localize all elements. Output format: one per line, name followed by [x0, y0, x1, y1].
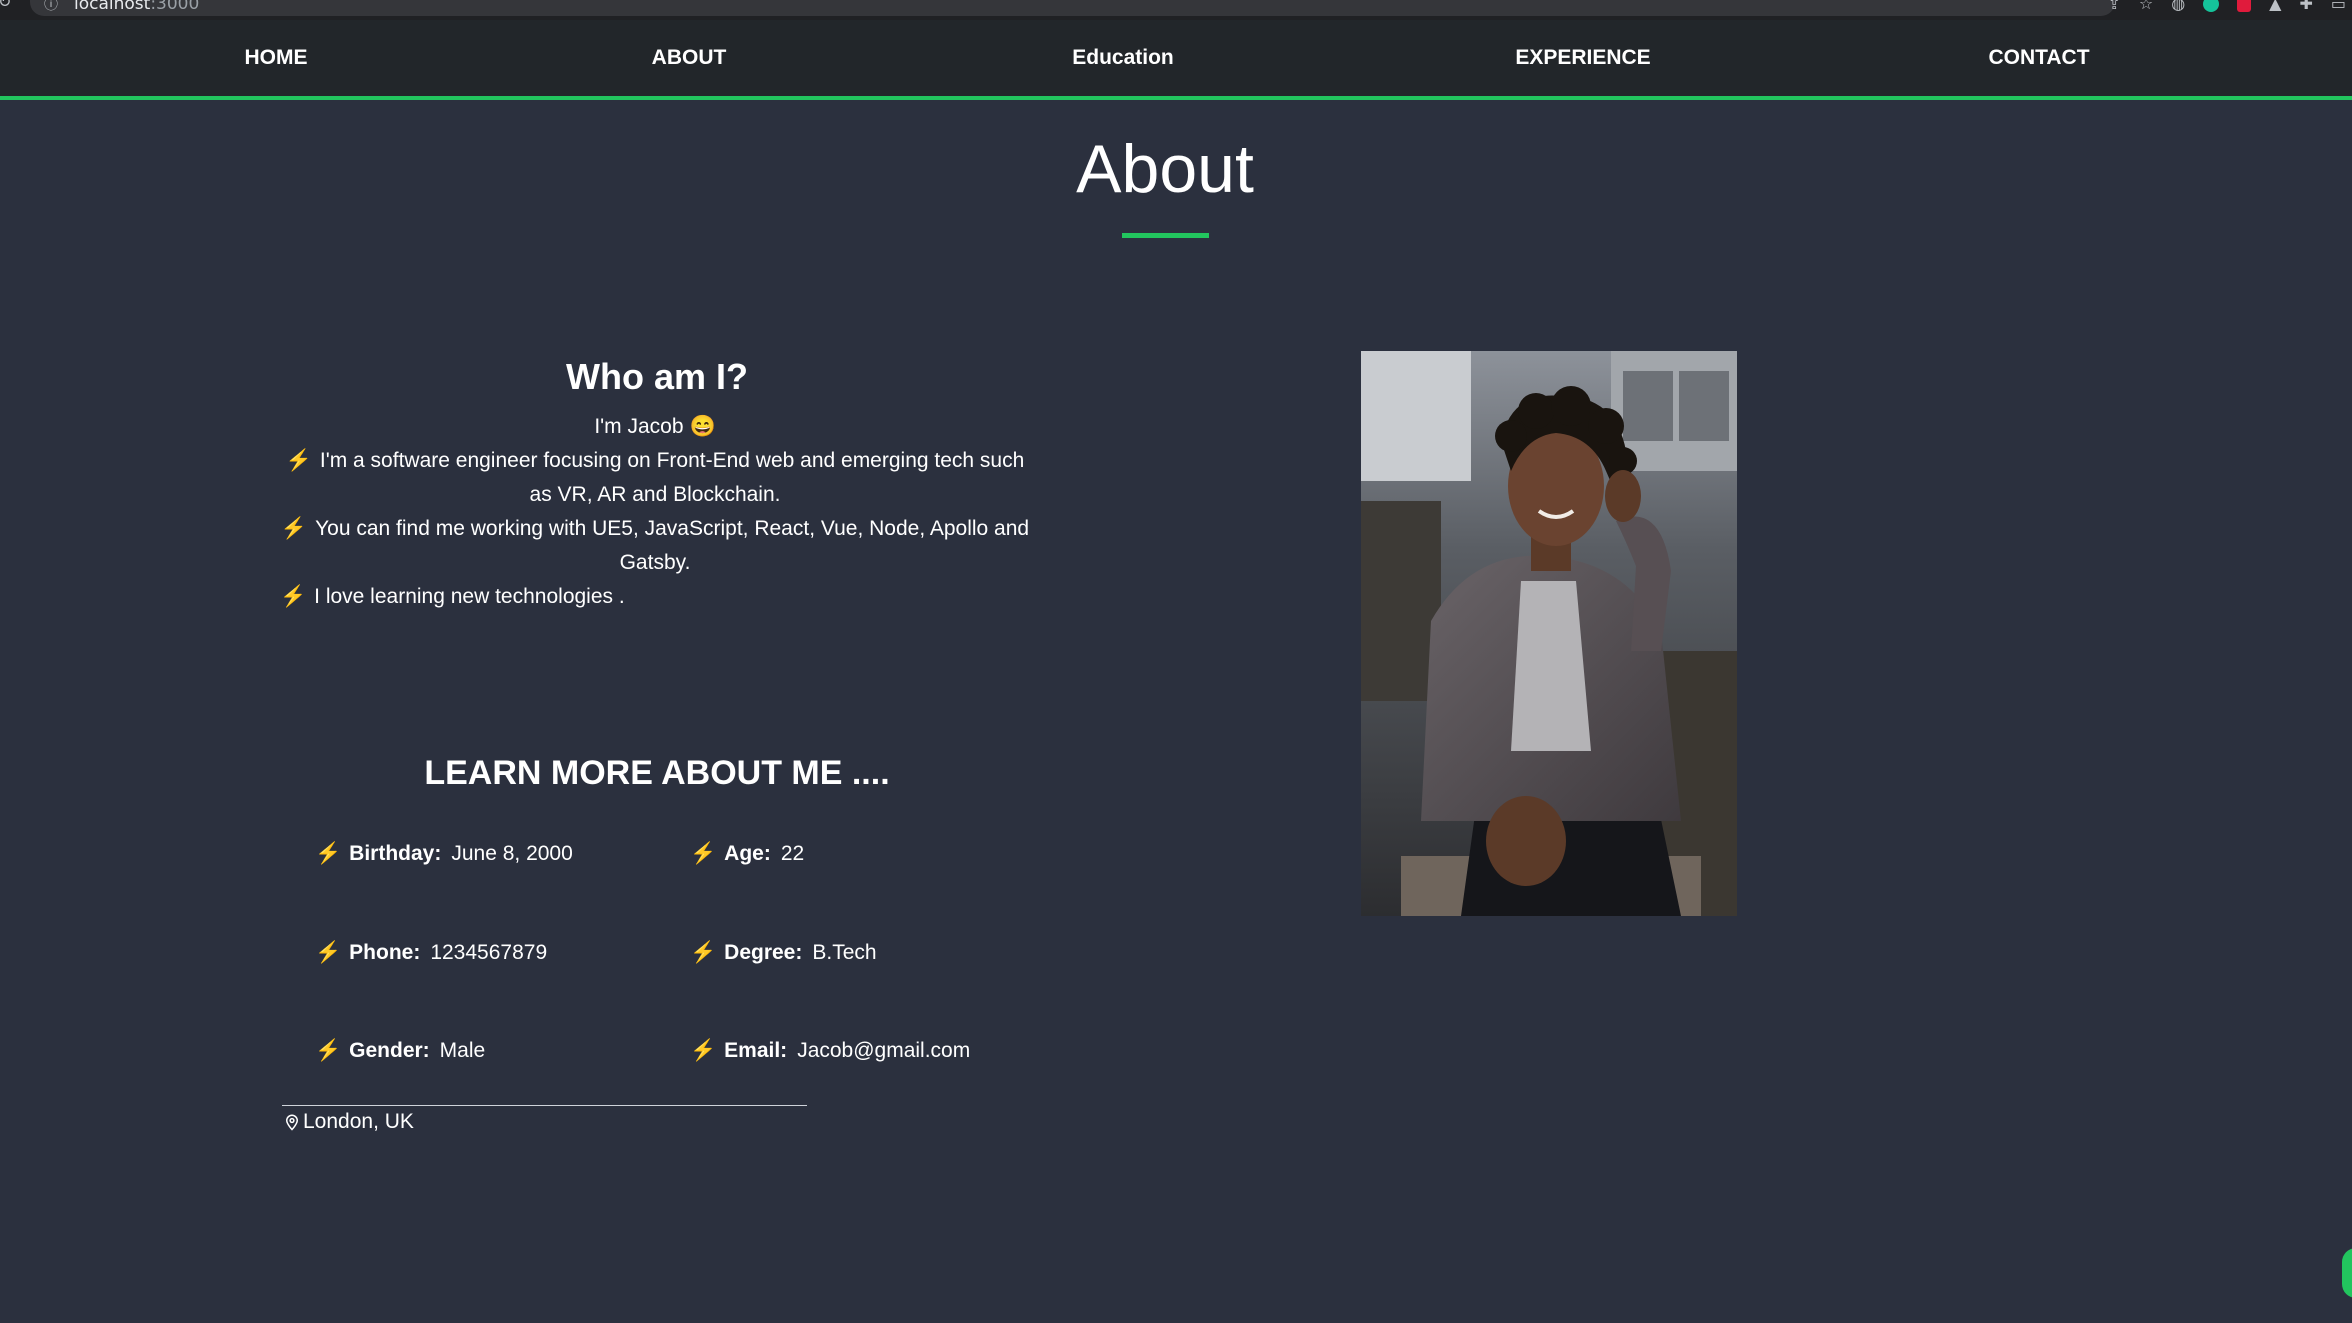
intro-line-3: ⚡ I love learning new technologies .	[280, 580, 1030, 614]
detail-label: Email:	[724, 1039, 788, 1062]
puzzle-extensions-icon[interactable]: ✚	[2299, 0, 2312, 12]
learn-more-heading: LEARN MORE ABOUT ME ....	[424, 754, 890, 792]
lightning-bolt-icon: ⚡	[690, 941, 717, 964]
site-info-icon[interactable]: ⓘ	[44, 0, 58, 14]
browser-toolbar: ↻ ⓘ localhost:3000 ⇪ ☆ ◍ ▲ ✚ ▭	[0, 0, 2352, 20]
detail-degree: ⚡ Degree: B.Tech	[690, 941, 877, 965]
side-panel-icon[interactable]: ▭	[2331, 0, 2346, 12]
detail-label: Phone:	[349, 941, 421, 964]
share-icon[interactable]: ⇪	[2107, 0, 2120, 12]
detail-label: Age:	[724, 842, 771, 865]
detail-value: B.Tech	[812, 941, 877, 964]
lightning-bolt-icon: ⚡	[690, 1039, 717, 1062]
detail-phone: ⚡ Phone: 1234567879	[315, 941, 547, 965]
url-port: :3000	[150, 0, 200, 14]
detail-gender: ⚡ Gender: Male	[315, 1039, 485, 1063]
location-divider	[282, 1105, 807, 1106]
nav-home[interactable]: HOME	[245, 46, 308, 70]
intro-line-2: ⚡ You can find me working with UE5, JavaS…	[280, 512, 1030, 580]
main-navbar: HOME ABOUT Education EXPERIENCE CONTACT	[0, 20, 2352, 100]
intro-line-3-text: I love learning new technologies .	[314, 585, 625, 608]
nav-about[interactable]: ABOUT	[652, 46, 727, 70]
detail-value: 22	[780, 842, 805, 865]
greeting-line: I'm Jacob 😄	[280, 410, 1030, 444]
intro-text: I'm Jacob 😄 ⚡ I'm a software engineer focu…	[280, 410, 1030, 614]
greeting-text: I'm Jacob	[594, 415, 684, 438]
title-underline	[1122, 233, 1209, 238]
url-text: localhost:3000	[74, 0, 199, 14]
detail-value: Male	[439, 1039, 486, 1062]
detail-label: Gender:	[349, 1039, 430, 1062]
intro-line-1-text: I'm a software engineer focusing on Fron…	[319, 449, 1025, 506]
profile-extension-icon[interactable]: ▲	[2269, 0, 2281, 12]
grammarly-extension-icon[interactable]	[2203, 0, 2220, 12]
nav-contact[interactable]: CONTACT	[1988, 46, 2089, 70]
bookmark-star-icon[interactable]: ☆	[2139, 0, 2153, 12]
location-text: London, UK	[303, 1110, 414, 1133]
intro-line-1: ⚡ I'm a software engineer focusing on Fro…	[280, 444, 1030, 512]
scroll-to-top-button[interactable]	[2342, 1248, 2352, 1298]
intro-line-2-text: You can find me working with UE5, JavaSc…	[315, 517, 1030, 574]
address-bar[interactable]: ⓘ localhost:3000	[30, 0, 2115, 16]
lightning-bolt-icon: ⚡	[280, 585, 307, 608]
detail-value: 1234567879	[430, 941, 548, 964]
detail-label: Birthday:	[349, 842, 442, 865]
nav-experience[interactable]: EXPERIENCE	[1515, 46, 1650, 70]
nav-education[interactable]: Education	[1072, 46, 1174, 70]
extension-dev-icon[interactable]: ◍	[2171, 0, 2185, 12]
security-extension-icon[interactable]	[2237, 0, 2252, 12]
detail-email: ⚡ Email: Jacob@gmail.com	[690, 1039, 970, 1063]
profile-photo-illustration	[1361, 351, 1737, 916]
profile-photo	[1361, 351, 1737, 916]
detail-value: June 8, 2000	[451, 842, 573, 865]
lightning-bolt-icon: ⚡	[285, 449, 312, 472]
grin-emoji: 😄	[689, 415, 716, 438]
reload-icon[interactable]: ↻	[0, 0, 11, 11]
lightning-bolt-icon: ⚡	[315, 1039, 342, 1062]
lightning-bolt-icon: ⚡	[280, 517, 308, 540]
url-host: localhost	[74, 0, 151, 14]
detail-birthday: ⚡ Birthday: June 8, 2000	[315, 842, 573, 866]
lightning-bolt-icon: ⚡	[690, 842, 717, 865]
detail-age: ⚡ Age: 22	[690, 842, 804, 866]
location: London, UK	[283, 1110, 414, 1134]
lightning-bolt-icon: ⚡	[315, 842, 342, 865]
who-am-i-heading: Who am I?	[566, 356, 748, 397]
email-link[interactable]: Jacob@gmail.com	[797, 1039, 970, 1062]
lightning-bolt-icon: ⚡	[315, 941, 342, 964]
detail-label: Degree:	[724, 941, 803, 964]
page-title: About	[1076, 131, 1254, 207]
map-pin-icon	[285, 1114, 299, 1131]
extensions-area: ⇪ ☆ ◍ ▲ ✚ ▭	[2107, 0, 2352, 12]
